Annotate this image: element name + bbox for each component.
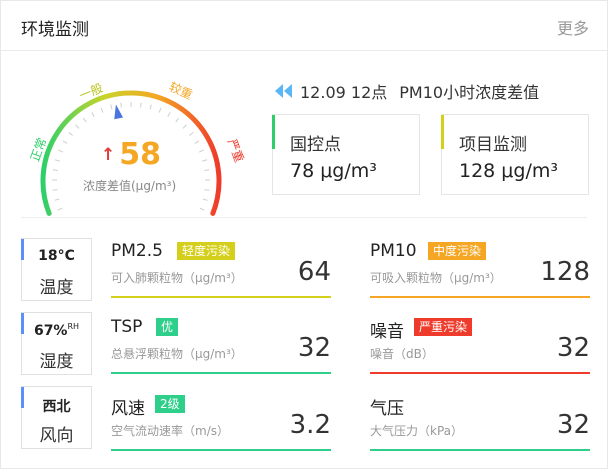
status-badge: 轻度污染 xyxy=(177,242,236,260)
gauge-tick xyxy=(58,149,64,153)
gauge-tick xyxy=(194,140,200,144)
concentration-gauge: 正常 一般 较重 严重 ↑ 58 浓度差值(μg/m³) xyxy=(1,51,261,216)
national-station-box: 国控点 78 μg/m³ xyxy=(272,114,420,195)
gauge-tick xyxy=(158,107,162,113)
metric-pm25[interactable]: PM2.5 轻度污染 可入肺颗粒物（μg/m³） 64 xyxy=(111,241,331,299)
card-header: 环境监测 更多 xyxy=(1,1,607,51)
gauge-tick xyxy=(62,140,68,144)
info-date: 12.09 12点 xyxy=(300,83,388,102)
gauge-tick xyxy=(68,132,73,136)
metric-value: 3.2 xyxy=(289,410,331,440)
metric-subtitle: 空气流动速率（m/s） xyxy=(111,424,229,438)
humidity-label: 湿度 xyxy=(39,352,74,372)
temperature-value: 18°C xyxy=(38,248,75,264)
gauge-caption: 浓度差值(μg/m³) xyxy=(83,179,177,193)
project-monitor-box: 项目监测 128 μg/m³ xyxy=(441,114,589,195)
metric-name: TSP xyxy=(111,317,143,337)
metric-noise[interactable]: 噪音 严重污染 噪音（dB） 32 xyxy=(370,317,590,375)
status-badge: 优 xyxy=(156,318,179,336)
temperature-label: 温度 xyxy=(39,278,74,298)
gauge-tick xyxy=(202,159,208,162)
metric-underline xyxy=(370,372,590,374)
metric-underline xyxy=(370,449,590,451)
metric-name: PM10 xyxy=(370,241,417,261)
gauge-tick xyxy=(149,104,152,110)
card-title: 环境监测 xyxy=(21,20,89,40)
metric-name: 气压 xyxy=(370,399,404,419)
status-badge: 2级 xyxy=(155,395,185,413)
gauge-tick xyxy=(189,132,194,136)
rewind-icon[interactable] xyxy=(275,84,293,98)
status-badge: 中度污染 xyxy=(428,242,487,260)
metric-underline xyxy=(370,296,590,298)
humidity-value: 67% xyxy=(33,323,68,339)
metric-name: 噪音 xyxy=(370,322,404,342)
metric-wind-speed[interactable]: 风速 2级 空气流动速率（m/s） 3.2 xyxy=(111,394,331,452)
metric-value: 32 xyxy=(556,333,590,363)
metric-name: PM2.5 xyxy=(111,241,163,261)
humidity-unit: RH xyxy=(67,322,80,331)
box-label: 国控点 xyxy=(290,135,341,155)
metric-subtitle: 总悬浮颗粒物（μg/m³） xyxy=(111,347,243,361)
gauge-tick xyxy=(204,189,210,191)
gauge-tick xyxy=(204,169,210,171)
metric-subtitle: 噪音（dB） xyxy=(370,347,434,361)
gauge-tick xyxy=(202,198,208,201)
gauge-reading: ↑ 58 xyxy=(101,137,161,172)
wind-direction-label: 风向 xyxy=(39,426,74,446)
gauge-tick xyxy=(91,112,95,118)
gauge-tick xyxy=(57,207,63,211)
more-link[interactable]: 更多 xyxy=(557,15,589,39)
gauge-tick xyxy=(175,117,180,123)
metric-value: 32 xyxy=(556,410,590,440)
metric-value: 64 xyxy=(297,257,331,287)
environment-monitor-card: 环境监测 更多 正常 一般 较重 严重 ↑ 58 浓度差值(μg/m³) 12.… xyxy=(0,0,608,469)
gauge-tick xyxy=(140,102,142,108)
box-accent xyxy=(441,115,444,149)
metric-value: 32 xyxy=(297,333,331,363)
info-description: PM10小时浓度差值 xyxy=(399,83,540,102)
metric-name: 风速 xyxy=(111,399,145,419)
metric-subtitle: 可入肺颗粒物（μg/m³） xyxy=(111,271,243,285)
metric-pm10[interactable]: PM10 中度污染 可吸入颗粒物（μg/m³） 128 xyxy=(370,241,590,299)
gauge-tick xyxy=(110,104,113,110)
metric-underline xyxy=(111,449,331,451)
gauge-tick xyxy=(82,117,87,123)
box-label: 项目监测 xyxy=(459,135,527,155)
metric-underline xyxy=(111,296,331,298)
info-heading: 12.09 12点 PM10小时浓度差值 xyxy=(275,79,539,103)
gauge-tick xyxy=(167,112,171,118)
gauge-tick xyxy=(52,169,58,171)
gauge-tick xyxy=(54,198,60,201)
wind-direction-value: 西北 xyxy=(42,399,71,415)
metric-tsp[interactable]: TSP 优 总悬浮颗粒物（μg/m³） 32 xyxy=(111,317,331,375)
metric-underline xyxy=(111,372,331,374)
box-value: 128 μg/m³ xyxy=(459,160,558,182)
gauge-tick xyxy=(182,124,187,129)
wind-direction-card: 西北 风向 xyxy=(21,386,92,449)
status-badge: 严重污染 xyxy=(414,318,473,336)
box-value: 78 μg/m³ xyxy=(290,160,377,182)
metric-subtitle: 大气压力（kPa） xyxy=(370,424,464,438)
gauge-tick xyxy=(100,107,104,113)
temperature-card: 18°C 温度 xyxy=(21,238,92,301)
gauge-tick xyxy=(120,102,122,108)
metric-value: 128 xyxy=(540,257,590,287)
section-divider xyxy=(21,217,587,218)
metric-pressure[interactable]: 气压 大气压力（kPa） 32 xyxy=(370,394,590,452)
gauge-tick xyxy=(198,149,204,153)
gauge-tick xyxy=(199,207,205,211)
arrow-up-icon: ↑ xyxy=(101,144,116,165)
humidity-card: 67%RH 湿度 xyxy=(21,312,92,375)
gauge-tick xyxy=(54,159,60,162)
box-accent xyxy=(272,115,275,149)
gauge-tick xyxy=(75,124,80,129)
metric-subtitle: 可吸入颗粒物（μg/m³） xyxy=(370,271,502,285)
gauge-tick xyxy=(52,189,58,191)
gauge-value: 58 xyxy=(119,137,161,172)
